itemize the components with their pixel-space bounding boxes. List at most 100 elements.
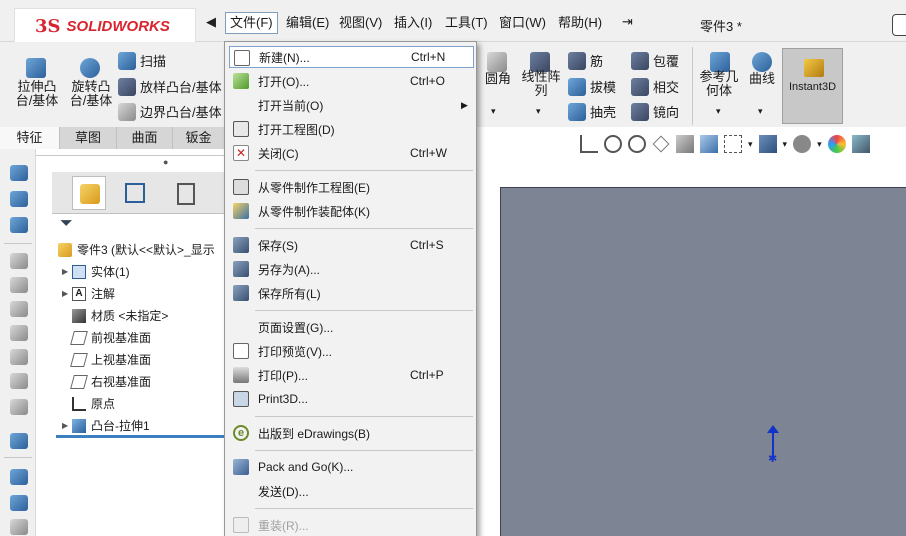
section-view-icon[interactable] [676,135,694,153]
curves-button[interactable] [752,52,772,72]
fillet-dropdown-icon[interactable]: ▾ [491,106,496,117]
disabled-tool-icon[interactable] [10,277,28,293]
hide-show-icon[interactable] [793,135,812,153]
search-box[interactable] [892,14,906,36]
dynamic-annotation-icon[interactable] [700,135,718,153]
intersect-button[interactable]: 相交 [631,77,679,96]
menu-help[interactable]: 帮助(H) [554,12,606,34]
menu-item-open-current[interactable]: 打开当前(O) ▶ [229,94,474,116]
menu-item-save-all[interactable]: 保存所有(L) [229,282,474,304]
menu-insert[interactable]: 插入(I) [390,12,436,34]
expand-icon[interactable]: ▶ [62,284,72,304]
tab-features[interactable]: 特征 [0,127,60,149]
menu-window[interactable]: 窗口(W) [495,12,550,34]
dropdown-icon[interactable]: ▾ [783,139,788,150]
draft-button[interactable]: 拔模 [568,77,616,96]
view-orientation-icon[interactable] [580,135,598,153]
menu-item-save-as[interactable]: 另存为(A)... [229,258,474,280]
sweep-button[interactable]: 扫描 [118,51,166,70]
dropdown-icon[interactable]: ▾ [748,139,753,150]
magnet-icon[interactable] [10,165,28,181]
tree-item-right-plane[interactable]: 右视基准面 [70,372,151,392]
view-orientation-cube-icon[interactable] [724,135,742,153]
tab-sketch[interactable]: 草图 [60,127,117,149]
dropdown-icon[interactable]: ▾ [817,139,822,150]
feature-icon[interactable] [10,495,28,511]
scene-icon[interactable] [851,135,870,153]
extrude-boss-button[interactable] [26,58,46,78]
tab-sheet-metal[interactable]: 钣金 [173,127,225,149]
rib-button[interactable]: 筋 [568,51,603,70]
menu-item-print[interactable]: 打印(P)... Ctrl+P [229,364,474,386]
pattern-dropdown-icon[interactable]: ▾ [536,106,541,117]
pin-menu-icon[interactable]: ⇥ [622,14,633,30]
rollback-bar[interactable] [56,435,225,438]
menu-item-make-assembly[interactable]: 从零件制作装配体(K) [229,200,474,222]
disabled-tool-icon[interactable] [10,349,28,365]
menu-item-new[interactable]: 新建(N)... Ctrl+N [229,46,474,68]
feature-icon[interactable] [10,469,28,485]
zoom-to-fit-icon[interactable] [604,135,622,153]
umbrella-icon[interactable] [10,433,28,449]
menu-edit[interactable]: 编辑(E) [282,12,333,34]
grid-icon[interactable] [10,519,28,535]
tree-item-solid-bodies[interactable]: ▶ 实体(1) [62,262,130,282]
menu-file[interactable]: 文件(F) [225,12,278,34]
appearance-icon[interactable] [827,135,846,153]
menu-collapse-arrow-icon[interactable]: ◀ [206,14,216,30]
disabled-tool-icon[interactable] [10,301,28,317]
disabled-tool-icon[interactable] [10,399,28,415]
disabled-tool-icon[interactable] [10,373,28,389]
previous-view-icon[interactable] [652,135,670,153]
expand-icon[interactable]: ▶ [62,262,72,282]
display-style-icon[interactable] [758,135,777,153]
menu-view[interactable]: 视图(V) [335,12,386,34]
menu-item-print-preview[interactable]: 打印预览(V)... [229,340,474,362]
panel-grip-icon[interactable]: ● [163,157,168,167]
zoom-to-area-icon[interactable] [628,135,646,153]
boss-icon[interactable] [10,191,28,207]
wrap-button[interactable]: 包覆 [631,51,679,70]
menu-item-pack-and-go[interactable]: Pack and Go(K)... [229,456,474,478]
tree-item-boss-extrude[interactable]: ▶ 凸台-拉伸1 [62,416,150,436]
menu-item-open[interactable]: 打开(O)... Ctrl+O [229,70,474,92]
tree-root[interactable]: 零件3 (默认<<默认>_显示 [58,240,215,260]
menu-item-publish-edrawings[interactable]: e 出版到 eDrawings(B) [229,422,474,444]
graphics-viewport[interactable] [500,187,906,536]
loft-button[interactable]: 放样凸台/基体 [118,77,222,96]
expand-icon[interactable]: ▶ [62,416,72,436]
menu-item-page-setup[interactable]: 页面设置(G)... [229,316,474,338]
revolve-boss-button[interactable] [80,58,100,78]
instant3d-label: Instant3D [788,81,837,93]
tree-item-origin[interactable]: 原点 [72,394,115,414]
boundary-button[interactable]: 边界凸台/基体 [118,102,222,121]
instant3d-button[interactable]: Instant3D [782,48,843,124]
tree-item-front-plane[interactable]: 前视基准面 [70,328,151,348]
disabled-tool-icon[interactable] [10,253,28,269]
menu-tools[interactable]: 工具(T) [441,12,492,34]
tree-item-top-plane[interactable]: 上视基准面 [70,350,151,370]
fillet-button[interactable] [487,52,507,72]
menu-item-open-drawing[interactable]: 打开工程图(D) [229,118,474,140]
tree-item-annotations[interactable]: ▶ A 注解 [62,284,115,304]
feature-tree-tab[interactable] [72,176,106,210]
menu-item-make-drawing[interactable]: 从零件制作工程图(E) [229,176,474,198]
solidworks-logo[interactable]: 3S SOLIDWORKS [14,8,196,44]
submenu-arrow-icon: ▶ [461,99,468,110]
disabled-tool-icon[interactable] [10,325,28,341]
curves-dropdown-icon[interactable]: ▾ [758,106,763,117]
filter-icon[interactable]: ⏷ [60,215,73,233]
menu-item-print3d[interactable]: Print3D... [229,388,474,410]
menu-item-save[interactable]: 保存(S) Ctrl+S [229,234,474,256]
configuration-manager-tab[interactable] [170,176,204,210]
cut-icon[interactable] [10,217,28,233]
menu-item-close[interactable]: ✕ 关闭(C) Ctrl+W [229,142,474,164]
mirror-button[interactable]: 镜向 [631,102,679,121]
menu-item-reload[interactable]: 重装(R)... [229,514,474,536]
tree-item-material[interactable]: 材质 <未指定> [72,306,168,326]
tab-surfaces[interactable]: 曲面 [117,127,173,149]
shell-button[interactable]: 抽壳 [568,102,616,121]
menu-item-send[interactable]: 发送(D)... [229,480,474,502]
ref-geometry-dropdown-icon[interactable]: ▾ [716,106,721,117]
property-manager-tab[interactable] [118,176,152,210]
